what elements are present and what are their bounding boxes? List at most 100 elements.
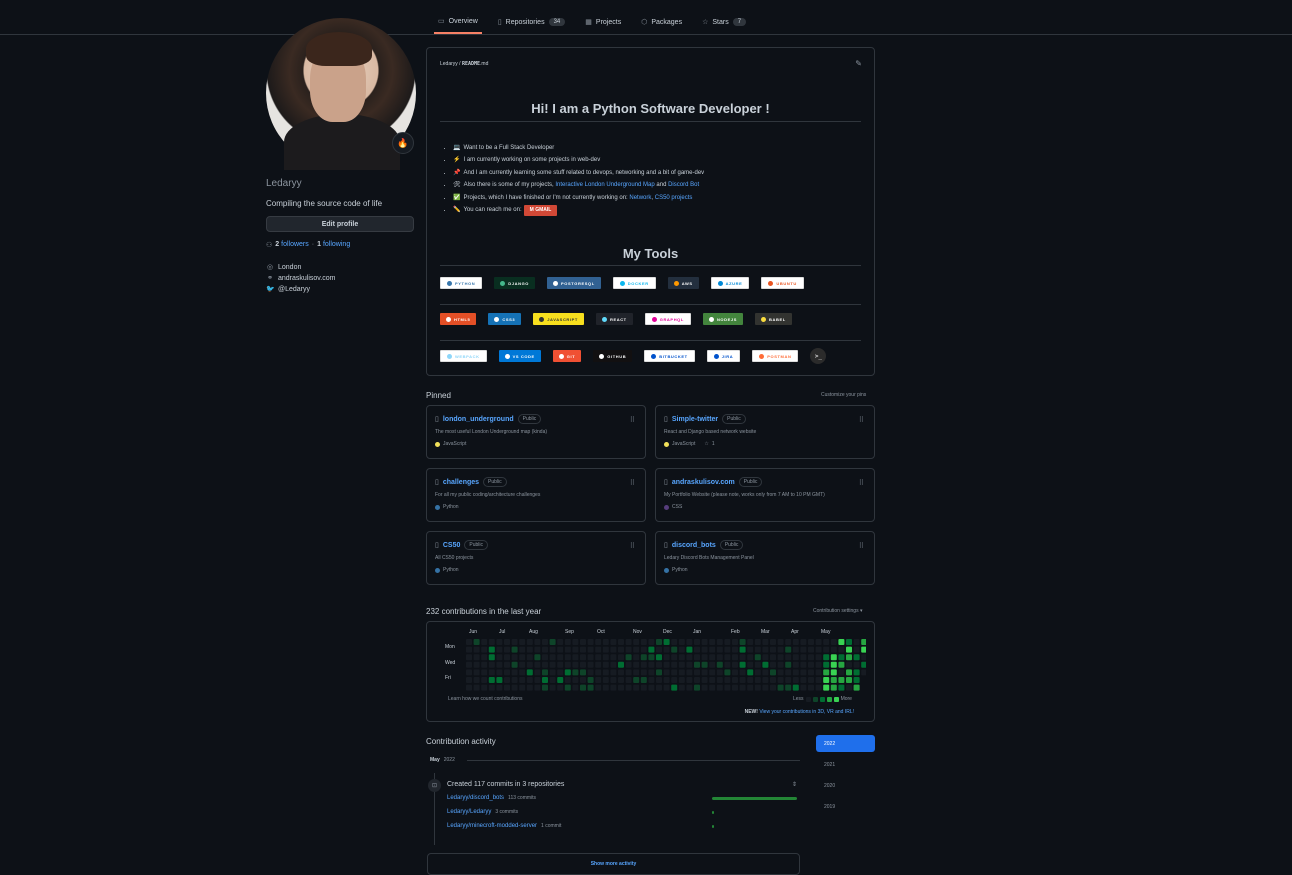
contribution-day-cell[interactable] bbox=[496, 654, 503, 661]
contribution-day-cell[interactable] bbox=[792, 639, 799, 645]
contribution-day-cell[interactable] bbox=[701, 661, 708, 668]
contribution-day-cell[interactable] bbox=[625, 639, 632, 645]
website-link[interactable]: andraskulisov.com bbox=[278, 275, 335, 282]
gmail-badge[interactable]: M GMAIL bbox=[523, 205, 558, 217]
contribution-day-cell[interactable] bbox=[754, 677, 761, 683]
contribution-day-cell[interactable] bbox=[739, 639, 746, 645]
contribution-day-cell[interactable] bbox=[861, 669, 866, 676]
contribution-day-cell[interactable] bbox=[861, 639, 866, 645]
twitter-link[interactable]: @Ledaryy bbox=[278, 286, 310, 293]
contribution-day-cell[interactable] bbox=[587, 684, 594, 691]
contribution-day-cell[interactable] bbox=[610, 661, 617, 668]
contribution-day-cell[interactable] bbox=[557, 661, 564, 668]
contribution-day-cell[interactable] bbox=[633, 639, 640, 645]
contribution-day-cell[interactable] bbox=[595, 661, 602, 668]
contribution-day-cell[interactable] bbox=[663, 639, 670, 645]
contribution-day-cell[interactable] bbox=[572, 669, 579, 676]
contribution-day-cell[interactable] bbox=[473, 654, 480, 661]
contribution-day-cell[interactable] bbox=[618, 669, 624, 676]
contribution-day-cell[interactable] bbox=[473, 684, 480, 691]
contribution-day-cell[interactable] bbox=[785, 639, 792, 645]
contribution-day-cell[interactable] bbox=[488, 654, 495, 661]
contribution-day-cell[interactable] bbox=[762, 654, 769, 661]
contribution-day-cell[interactable] bbox=[526, 639, 533, 645]
view-3d-link[interactable]: View your contributions in 3D, VR and IR… bbox=[759, 709, 854, 715]
commit-repo-link[interactable]: Ledaryy/minecroft-modded-server bbox=[447, 823, 537, 829]
tab-stars[interactable]: ☆ Stars 7 bbox=[698, 10, 750, 34]
contribution-day-cell[interactable] bbox=[830, 646, 837, 653]
discord-bot-link[interactable]: Discord Bot bbox=[668, 182, 699, 188]
contribution-day-cell[interactable] bbox=[762, 646, 769, 653]
pinned-repo-link[interactable]: CS50 bbox=[443, 542, 461, 549]
contribution-day-cell[interactable] bbox=[785, 684, 792, 691]
contribution-day-cell[interactable] bbox=[618, 661, 624, 668]
contribution-day-cell[interactable] bbox=[709, 684, 716, 691]
contribution-day-cell[interactable] bbox=[640, 677, 647, 683]
contribution-day-cell[interactable] bbox=[732, 646, 738, 653]
contribution-day-cell[interactable] bbox=[663, 661, 670, 668]
contribution-day-cell[interactable] bbox=[473, 639, 480, 645]
star-count[interactable]: 1 bbox=[712, 441, 715, 447]
contribution-day-cell[interactable] bbox=[823, 654, 830, 661]
contribution-day-cell[interactable] bbox=[838, 669, 845, 676]
year-filter-2022[interactable]: 2022 bbox=[816, 735, 875, 752]
contribution-day-cell[interactable] bbox=[488, 677, 495, 683]
contribution-day-cell[interactable] bbox=[602, 684, 609, 691]
contribution-day-cell[interactable] bbox=[853, 639, 860, 645]
contribution-day-cell[interactable] bbox=[800, 684, 807, 691]
contribution-day-cell[interactable] bbox=[640, 639, 647, 645]
contribution-day-cell[interactable] bbox=[656, 654, 662, 661]
website-item[interactable]: ⚭ andraskulisov.com bbox=[266, 274, 416, 283]
contribution-day-cell[interactable] bbox=[633, 654, 640, 661]
contribution-day-cell[interactable] bbox=[648, 684, 655, 691]
contribution-day-cell[interactable] bbox=[534, 661, 541, 668]
contribution-day-cell[interactable] bbox=[694, 639, 700, 645]
network-link[interactable]: Network bbox=[629, 195, 651, 201]
contribution-day-cell[interactable] bbox=[800, 677, 807, 683]
contribution-day-cell[interactable] bbox=[633, 646, 640, 653]
status-emoji-button[interactable]: 🔥 bbox=[392, 132, 414, 154]
contribution-day-cell[interactable] bbox=[747, 669, 754, 676]
contribution-day-cell[interactable] bbox=[557, 654, 564, 661]
contribution-day-cell[interactable] bbox=[861, 654, 866, 661]
contribution-day-cell[interactable] bbox=[678, 677, 685, 683]
contribution-day-cell[interactable] bbox=[602, 646, 609, 653]
contribution-day-cell[interactable] bbox=[473, 646, 480, 653]
contribution-day-cell[interactable] bbox=[709, 646, 716, 653]
contribution-day-cell[interactable] bbox=[770, 684, 776, 691]
contribution-day-cell[interactable] bbox=[792, 646, 799, 653]
contribution-day-cell[interactable] bbox=[663, 677, 670, 683]
contribution-day-cell[interactable] bbox=[595, 669, 602, 676]
contribution-day-cell[interactable] bbox=[618, 677, 624, 683]
contribution-day-cell[interactable] bbox=[519, 654, 526, 661]
contribution-day-cell[interactable] bbox=[785, 661, 792, 668]
contribution-day-cell[interactable] bbox=[511, 654, 518, 661]
contribution-day-cell[interactable] bbox=[648, 646, 655, 653]
contribution-day-cell[interactable] bbox=[526, 661, 533, 668]
contribution-day-cell[interactable] bbox=[519, 677, 526, 683]
followers-link[interactable]: 2 followers bbox=[275, 241, 308, 249]
learn-contributions-link[interactable]: Learn how we count contributions bbox=[448, 696, 523, 702]
contribution-day-cell[interactable] bbox=[671, 646, 678, 653]
contribution-day-cell[interactable] bbox=[526, 654, 533, 661]
contribution-day-cell[interactable] bbox=[732, 684, 738, 691]
contribution-day-cell[interactable] bbox=[823, 669, 830, 676]
contribution-day-cell[interactable] bbox=[488, 646, 495, 653]
contribution-day-cell[interactable] bbox=[853, 669, 860, 676]
contribution-day-cell[interactable] bbox=[648, 639, 655, 645]
contribution-day-cell[interactable] bbox=[800, 646, 807, 653]
contribution-day-cell[interactable] bbox=[625, 684, 632, 691]
contribution-day-cell[interactable] bbox=[762, 639, 769, 645]
commit-count-link[interactable]: 3 commits bbox=[495, 809, 518, 815]
contribution-day-cell[interactable] bbox=[732, 661, 738, 668]
contribution-day-cell[interactable] bbox=[587, 646, 594, 653]
contribution-day-cell[interactable] bbox=[496, 684, 503, 691]
contribution-day-cell[interactable] bbox=[572, 654, 579, 661]
contribution-day-cell[interactable] bbox=[625, 669, 632, 676]
contribution-day-cell[interactable] bbox=[785, 646, 792, 653]
contribution-day-cell[interactable] bbox=[830, 669, 837, 676]
contribution-day-cell[interactable] bbox=[549, 677, 556, 683]
pinned-repo-link[interactable]: discord_bots bbox=[672, 542, 716, 549]
contribution-day-cell[interactable] bbox=[846, 639, 852, 645]
contribution-day-cell[interactable] bbox=[602, 677, 609, 683]
